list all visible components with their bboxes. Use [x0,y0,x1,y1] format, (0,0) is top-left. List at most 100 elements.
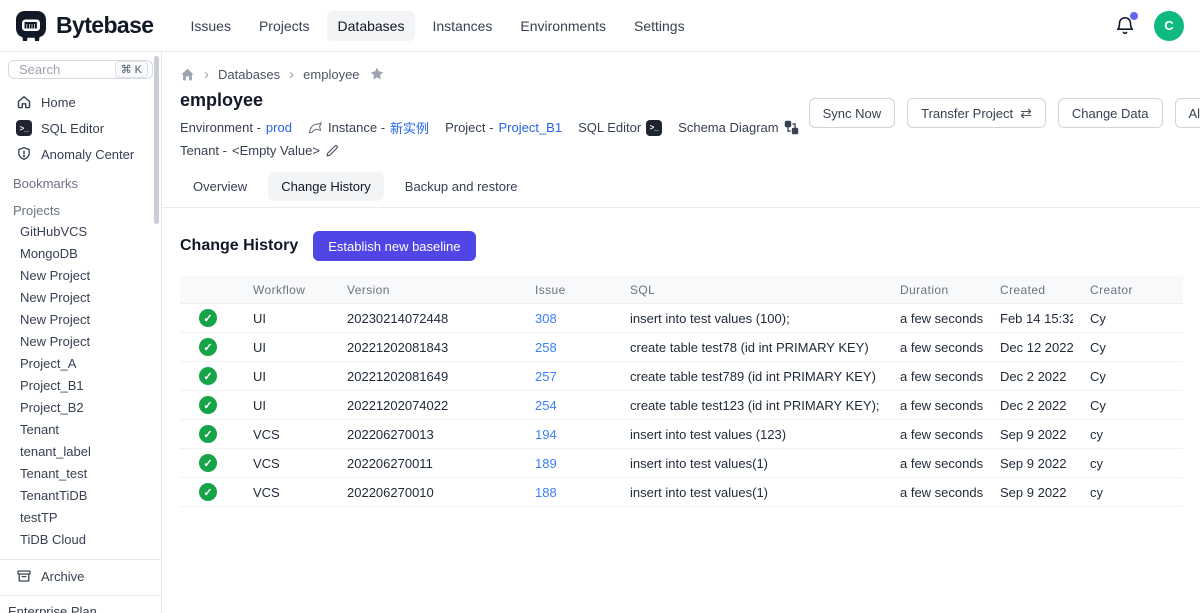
instance-link[interactable]: 新实例 [390,118,429,137]
sidebar-scrollbar[interactable] [154,56,159,224]
table-row[interactable]: ✓ UI 20221202081649 257 create table tes… [180,362,1183,391]
user-avatar[interactable]: C [1154,11,1184,41]
sync-now-button[interactable]: Sync Now [809,98,896,128]
sidebar-item-anomaly-center[interactable]: Anomaly Center [0,141,161,167]
nav-projects[interactable]: Projects [248,11,321,41]
cell-creator: cy [1073,456,1183,471]
issue-link[interactable]: 258 [535,340,557,355]
sidebar-project-new-project-4[interactable]: New Project [0,331,161,353]
edit-pencil-icon[interactable] [325,144,339,158]
cell-version: 202206270011 [330,456,518,471]
sidebar-item-label: Archive [41,569,84,584]
nav-settings[interactable]: Settings [623,11,696,41]
table-row[interactable]: ✓ UI 20230214072448 308 insert into test… [180,304,1183,333]
sidebar-project-tenant-test[interactable]: Tenant_test [0,463,161,485]
sidebar-project-project-b1[interactable]: Project_B1 [0,375,161,397]
sidebar-project-tidb-cloud[interactable]: TiDB Cloud [0,529,161,551]
cell-sql: insert into test values (123) [613,427,883,442]
cell-created: Dec 2 2022 [983,398,1073,413]
notification-bell-icon[interactable] [1114,15,1136,37]
meta-project: Project - Project_B1 [445,120,562,135]
page-title: employee [180,90,809,111]
sidebar-project-project-a[interactable]: Project_A [0,353,161,375]
cell-created: Feb 14 15:32 [983,311,1073,326]
nav-databases[interactable]: Databases [327,11,416,41]
table-row[interactable]: ✓ VCS 202206270013 194 insert into test … [180,420,1183,449]
database-tabs: Overview Change History Backup and resto… [180,172,1185,201]
search-box: ⌘ K [8,60,153,79]
topnav-right: C [1114,11,1184,41]
schema-diagram-icon [784,120,799,135]
cell-workflow: UI [236,398,330,413]
sidebar-project-new-project-3[interactable]: New Project [0,309,161,331]
schema-diagram-link[interactable]: Schema Diagram [678,120,798,135]
sidebar-project-project-b2[interactable]: Project_B2 [0,397,161,419]
table-header-row: Workflow Version Issue SQL Duration Crea… [180,276,1183,304]
cell-sql: insert into test values(1) [613,485,883,500]
issue-link[interactable]: 188 [535,485,557,500]
tab-overview[interactable]: Overview [180,172,260,201]
sidebar-project-testtp[interactable]: testTP [0,507,161,529]
cell-creator: Cy [1073,311,1183,326]
sidebar-section-bookmarks: Bookmarks [0,167,161,194]
cell-creator: Cy [1073,340,1183,355]
sidebar-project-githubvcs[interactable]: GitHubVCS [0,221,161,243]
issue-link[interactable]: 194 [535,427,557,442]
issue-link[interactable]: 308 [535,311,557,326]
search-input[interactable] [17,61,111,78]
cell-creator: cy [1073,427,1183,442]
breadcrumb-home-icon[interactable] [180,67,195,82]
alter-schema-button[interactable]: Alter Schema [1175,98,1200,128]
shield-icon [16,146,32,162]
sql-editor-link[interactable]: SQL Editor >_ [578,120,662,136]
status-done-icon: ✓ [199,309,217,327]
cell-version: 202206270013 [330,427,518,442]
sidebar-project-tenant-label[interactable]: tenant_label [0,441,161,463]
table-row[interactable]: ✓ UI 20221202081843 258 create table tes… [180,333,1183,362]
cell-creator: Cy [1073,369,1183,384]
home-icon [16,94,32,110]
change-history-table: Workflow Version Issue SQL Duration Crea… [180,276,1183,507]
col-duration: Duration [883,283,983,297]
status-done-icon: ✓ [199,338,217,356]
sidebar-project-new-project-1[interactable]: New Project [0,265,161,287]
tab-backup-and-restore[interactable]: Backup and restore [392,172,531,201]
nav-issues[interactable]: Issues [179,11,241,41]
table-row[interactable]: ✓ VCS 202206270011 189 insert into test … [180,449,1183,478]
cell-created: Dec 12 2022 [983,340,1073,355]
sidebar-item-sql-editor[interactable]: >_ SQL Editor [0,115,161,141]
cell-sql: insert into test values (100); [613,311,883,326]
nav-instances[interactable]: Instances [421,11,503,41]
bytebase-logo[interactable]: Bytebase [14,9,153,43]
sidebar-item-archive[interactable]: Archive [0,560,161,592]
establish-new-baseline-button[interactable]: Establish new baseline [313,231,475,261]
brand-name: Bytebase [56,12,153,39]
bookmark-star-icon[interactable] [369,66,385,82]
sidebar-item-home[interactable]: Home [0,89,161,115]
cell-workflow: VCS [236,427,330,442]
sidebar-project-tenant[interactable]: Tenant [0,419,161,441]
nav-environments[interactable]: Environments [509,11,617,41]
page-header-left: employee Environment - prod Instance - 新… [180,86,809,164]
status-done-icon: ✓ [199,483,217,501]
table-row[interactable]: ✓ VCS 202206270010 188 insert into test … [180,478,1183,507]
sidebar-project-mongodb[interactable]: MongoDB [0,243,161,265]
issue-link[interactable]: 189 [535,456,557,471]
cell-creator: cy [1073,485,1183,500]
environment-link[interactable]: prod [266,120,292,135]
tab-change-history[interactable]: Change History [268,172,384,201]
change-data-button[interactable]: Change Data [1058,98,1163,128]
sidebar-project-tenanttidb[interactable]: TenantTiDB [0,485,161,507]
bytebase-logo-icon [14,9,48,43]
sidebar-project-new-project-2[interactable]: New Project [0,287,161,309]
breadcrumb-databases[interactable]: Databases [218,67,280,82]
status-done-icon: ✓ [199,396,217,414]
cell-created: Sep 9 2022 [983,485,1073,500]
project-link[interactable]: Project_B1 [498,120,562,135]
table-row[interactable]: ✓ UI 20221202074022 254 create table tes… [180,391,1183,420]
issue-link[interactable]: 257 [535,369,557,384]
cell-version: 202206270010 [330,485,518,500]
meta-environment: Environment - prod [180,120,292,135]
transfer-project-button[interactable]: Transfer Project ⇄ [907,98,1046,128]
issue-link[interactable]: 254 [535,398,557,413]
